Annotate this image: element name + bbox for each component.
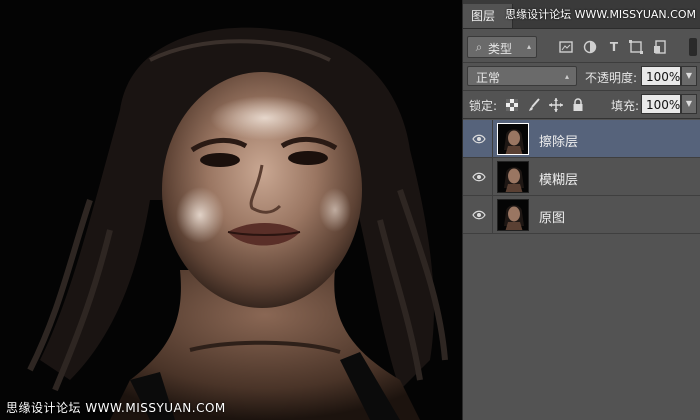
adjustment-filter-icon[interactable] (583, 40, 597, 54)
filter-row: ⌕ 类型 ▴ T (463, 36, 700, 60)
chevron-updown-icon: ▴ (564, 72, 569, 81)
divider (463, 90, 700, 91)
fill-dropdown-button[interactable]: ▼ (681, 94, 697, 114)
eye-icon[interactable] (472, 208, 486, 222)
filter-toggle-switch[interactable] (689, 38, 697, 56)
lock-row: 锁定: 填充: 100% ▼ (463, 94, 700, 116)
fill-input[interactable]: 100% (641, 94, 681, 114)
type-filter-icon[interactable]: T (607, 40, 621, 54)
lock-transparent-icon[interactable] (505, 98, 519, 112)
filter-kind-select[interactable]: ⌕ 类型 ▴ (467, 36, 537, 58)
blend-mode-select[interactable]: 正常 ▴ (467, 66, 577, 86)
layers-panel: 图层 ⌕ 类型 ▴ T 正常 ▴ 不透明度: 100% ▼ 锁定: 填充: 10… (462, 0, 700, 420)
layer-row-original[interactable]: 原图 (463, 196, 700, 234)
search-icon: ⌕ (475, 40, 483, 54)
shape-filter-icon[interactable] (629, 40, 643, 54)
layer-row-blur[interactable]: 模糊层 (463, 158, 700, 196)
layer-thumbnail (497, 123, 529, 155)
eye-icon[interactable] (472, 170, 486, 184)
lock-position-icon[interactable] (549, 98, 563, 112)
opacity-label: 不透明度: (585, 71, 638, 85)
layer-name[interactable]: 擦除层 (539, 131, 578, 150)
layer-name[interactable]: 模糊层 (539, 169, 578, 188)
layer-thumbnail (497, 199, 529, 231)
portrait-image (0, 0, 462, 420)
blend-row: 正常 ▴ 不透明度: 100% ▼ (463, 66, 700, 88)
visibility-cell[interactable] (463, 120, 493, 157)
layer-row-erase[interactable]: 擦除层 (463, 120, 700, 158)
filter-kind-label: 类型 (488, 42, 513, 56)
smart-object-filter-icon[interactable] (653, 40, 667, 54)
lock-all-icon[interactable] (571, 98, 585, 112)
visibility-cell[interactable] (463, 158, 493, 195)
layer-thumbnail (497, 161, 529, 193)
lock-label: 锁定: (469, 99, 498, 113)
canvas-photo: 思缘设计论坛 WWW.MISSYUAN.COM (0, 0, 462, 420)
lock-paint-icon[interactable] (527, 98, 541, 112)
watermark-bottom: 思缘设计论坛 WWW.MISSYUAN.COM (6, 401, 226, 415)
chevron-updown-icon: ▴ (526, 42, 531, 51)
layer-name[interactable]: 原图 (539, 207, 565, 226)
opacity-input[interactable]: 100% (641, 66, 681, 86)
fill-label: 填充: (611, 99, 640, 113)
image-filter-icon[interactable] (559, 40, 573, 54)
divider (463, 62, 700, 63)
divider (463, 118, 700, 119)
visibility-cell[interactable] (463, 196, 493, 233)
watermark-top: 思缘设计论坛 WWW.MISSYUAN.COM (505, 8, 696, 21)
blend-mode-value: 正常 (476, 71, 501, 85)
eye-icon[interactable] (472, 132, 486, 146)
opacity-dropdown-button[interactable]: ▼ (681, 66, 697, 86)
